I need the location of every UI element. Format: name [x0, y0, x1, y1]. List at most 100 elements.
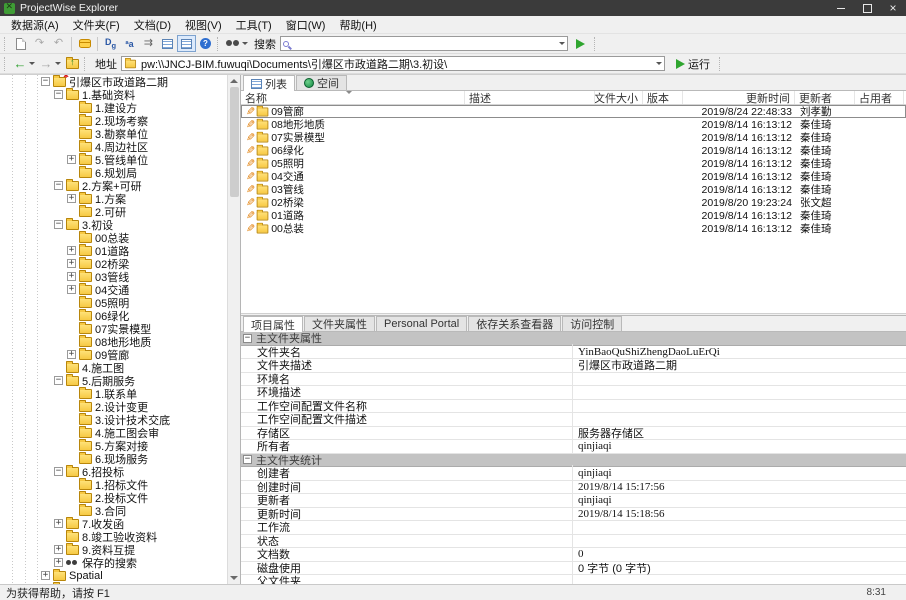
new-document-button[interactable] — [11, 35, 30, 52]
properties-icon: Dg — [105, 37, 116, 50]
tab-properties-1[interactable]: 文件夹属性 — [304, 316, 375, 331]
toolbar-overflow[interactable] — [594, 37, 599, 51]
tree-expander-icon[interactable]: + — [67, 285, 76, 294]
tab-spatial[interactable]: 空间 — [296, 75, 347, 90]
tab-properties-3[interactable]: 依存关系查看器 — [468, 316, 561, 331]
close-button[interactable]: × — [880, 0, 906, 16]
menu-item-0[interactable]: 数据源(A) — [4, 16, 66, 34]
folder-icon — [66, 545, 79, 555]
export-button[interactable] — [75, 35, 94, 52]
column-header-0[interactable]: 名称 — [241, 91, 465, 104]
details-view-button[interactable] — [177, 35, 196, 52]
column-header-2[interactable]: 文件大小 — [595, 91, 643, 104]
address-input[interactable]: pw:\\JNCJ-BIM.fuwuqi\Documents\引爆区市政道路二期… — [121, 56, 665, 71]
property-row: 所有者qinjiaqi — [241, 440, 906, 454]
maximize-button[interactable] — [854, 0, 880, 16]
collapse-icon[interactable]: − — [243, 455, 252, 464]
search-input[interactable] — [280, 36, 568, 51]
menu-item-3[interactable]: 视图(V) — [178, 16, 229, 34]
scrollbar-thumb[interactable] — [230, 87, 239, 197]
tree-expander-icon[interactable]: + — [54, 558, 63, 567]
folder-icon — [257, 185, 269, 194]
tree-expander-icon[interactable]: − — [54, 90, 63, 99]
forward-button[interactable]: → — [37, 55, 63, 72]
tree-expander-icon[interactable]: + — [54, 519, 63, 528]
properties-button[interactable]: Dg — [101, 35, 120, 52]
scroll-down-icon[interactable] — [230, 576, 238, 580]
menu-item-2[interactable]: 文档(D) — [127, 16, 178, 34]
tree-expander-icon[interactable]: + — [67, 194, 76, 203]
states-icon: ⇉ — [144, 38, 153, 49]
tab-properties-4[interactable]: 访问控制 — [562, 316, 622, 331]
checkout-button[interactable]: ↷ — [30, 35, 49, 52]
menu-item-4[interactable]: 工具(T) — [229, 16, 279, 34]
tree-expander-icon[interactable]: + — [67, 259, 76, 268]
run-search-button[interactable] — [568, 35, 592, 52]
up-folder-button[interactable]: ↑ — [63, 55, 82, 72]
find-binoculars-icon — [226, 40, 240, 47]
toolbar-grip[interactable] — [4, 37, 9, 51]
states-button[interactable]: ⇉ — [139, 35, 158, 52]
tab-label: 空间 — [317, 75, 339, 91]
tree-item[interactable]: +Spatial — [0, 569, 227, 582]
list-row[interactable]: ✎00总装2019/8/14 16:13:12秦佳琦 — [241, 222, 906, 235]
tree-expander-icon[interactable]: + — [67, 272, 76, 281]
list-view-button[interactable] — [158, 35, 177, 52]
column-header-5[interactable]: 更新者 — [795, 91, 855, 104]
tree-expander-icon[interactable]: + — [67, 350, 76, 359]
cell-updated: 2019/8/14 16:13:12 — [684, 210, 796, 222]
chevron-down-icon — [242, 42, 248, 45]
scroll-up-icon[interactable] — [230, 79, 238, 83]
tree-expander-icon[interactable]: − — [41, 77, 50, 86]
tree-scrollbar[interactable] — [227, 75, 240, 584]
collapse-icon[interactable]: − — [243, 334, 252, 343]
toolbar-grip[interactable] — [217, 37, 222, 51]
tab-properties-2[interactable]: Personal Portal — [376, 316, 467, 331]
chevron-down-icon[interactable] — [656, 62, 662, 65]
minimize-button[interactable] — [828, 0, 854, 16]
tree-expander-icon[interactable]: + — [54, 545, 63, 554]
menu-item-1[interactable]: 文件夹(F) — [66, 16, 127, 34]
toolbar-overflow[interactable] — [719, 57, 724, 71]
column-header-label: 占用者 — [859, 91, 892, 104]
run-button[interactable]: 运行 — [669, 55, 717, 72]
column-header-3[interactable]: 版本 — [643, 91, 683, 104]
column-header-label: 更新时间 — [746, 91, 790, 104]
forward-arrow-icon: → — [40, 57, 53, 70]
tree-expander-icon[interactable]: − — [54, 220, 63, 229]
help-button[interactable]: ? — [196, 35, 215, 52]
menu-item-5[interactable]: 窗口(W) — [279, 16, 333, 34]
folder-icon — [79, 311, 92, 321]
folder-star-icon — [53, 77, 66, 87]
toolbar-grip[interactable] — [84, 57, 89, 71]
tree-expander-icon[interactable]: + — [41, 571, 50, 580]
property-value: 引爆区市政道路二期 — [573, 357, 906, 373]
column-header-1[interactable]: 描述 — [465, 91, 595, 104]
menu-item-6[interactable]: 帮助(H) — [332, 16, 383, 34]
folder-icon — [79, 350, 92, 360]
tree-item[interactable]: +保存的搜索 — [0, 556, 227, 569]
property-value: 2019/8/14 15:18:56 — [573, 508, 906, 520]
chevron-down-icon[interactable] — [559, 42, 565, 45]
find-button[interactable] — [224, 35, 250, 52]
property-value: YinBaoQuShiZhengDaoLuErQi — [573, 346, 906, 358]
rename-button[interactable]: ªa — [120, 35, 139, 52]
cell-text: 00总装 — [271, 221, 304, 236]
tab-list[interactable]: 列表 — [243, 75, 295, 91]
tree-expander-icon[interactable]: − — [54, 181, 63, 190]
tree-item[interactable]: +Workspace-ORD — [0, 582, 227, 584]
tab-properties-0[interactable]: 项目属性 — [243, 316, 303, 332]
column-header-6[interactable]: 占用者 — [855, 91, 904, 104]
toolbar-grip[interactable] — [4, 57, 9, 71]
list-icon — [251, 79, 262, 89]
tree-expander-icon[interactable]: − — [54, 376, 63, 385]
folder-icon — [79, 116, 92, 126]
back-button[interactable]: ← — [11, 55, 37, 72]
tree-expander-icon[interactable]: + — [67, 246, 76, 255]
column-header-4[interactable]: 更新时间 — [683, 91, 795, 104]
tree-expander-icon[interactable]: + — [67, 155, 76, 164]
checkin-button[interactable]: ↶ — [49, 35, 68, 52]
tree-item[interactable]: 2.可研 — [0, 205, 227, 218]
tree-expander-icon[interactable]: − — [54, 467, 63, 476]
folder-icon — [257, 120, 269, 129]
